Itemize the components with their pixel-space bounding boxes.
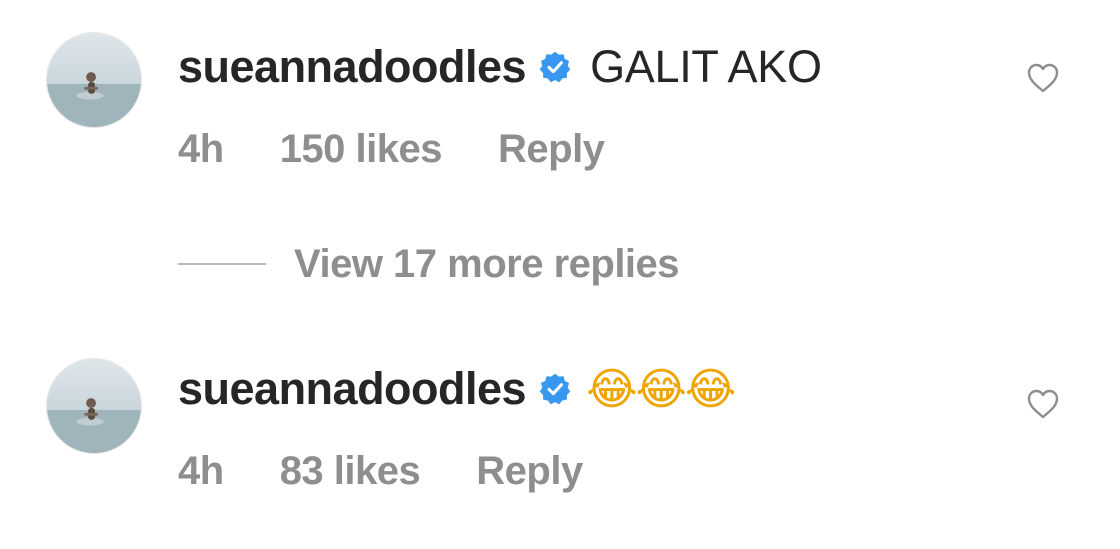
- replies-divider-line: [178, 263, 266, 265]
- comment-item: sueannadoodles GALIT AKO 4h 150 likes Re…: [0, 0, 1120, 171]
- heart-outline-icon[interactable]: [1026, 62, 1060, 94]
- view-more-replies[interactable]: View 17 more replies: [178, 236, 680, 292]
- username-link[interactable]: sueannadoodles: [178, 41, 527, 93]
- comment-text: GALIT AKO: [590, 41, 822, 92]
- comment-headline: sueannadoodles 😂😂😂: [178, 360, 736, 418]
- avatar-photo-icon: [47, 359, 141, 453]
- verified-badge-icon: [538, 372, 572, 406]
- comment-meta: 4h 150 likes Reply: [178, 124, 605, 174]
- heart-outline-icon[interactable]: [1026, 388, 1060, 420]
- user-avatar[interactable]: [46, 358, 142, 454]
- comment-time[interactable]: 4h: [178, 449, 224, 494]
- likes-count[interactable]: 83 likes: [280, 449, 421, 494]
- verified-badge-icon: [538, 50, 572, 84]
- username-link[interactable]: sueannadoodles: [178, 363, 527, 415]
- comment-item: sueannadoodles 😂😂😂 4h 83 likes Reply: [0, 320, 1120, 493]
- comment-meta: 4h 83 likes Reply: [178, 446, 583, 496]
- comment-text: 😂😂😂: [586, 363, 736, 415]
- view-replies-label[interactable]: View 17 more replies: [294, 242, 680, 287]
- user-avatar[interactable]: [46, 32, 142, 128]
- avatar-photo-icon: [47, 33, 141, 127]
- comment-time[interactable]: 4h: [178, 127, 224, 172]
- comment-headline: sueannadoodles GALIT AKO: [178, 38, 822, 96]
- likes-count[interactable]: 150 likes: [280, 127, 443, 172]
- reply-button[interactable]: Reply: [476, 449, 583, 494]
- reply-button[interactable]: Reply: [498, 127, 605, 172]
